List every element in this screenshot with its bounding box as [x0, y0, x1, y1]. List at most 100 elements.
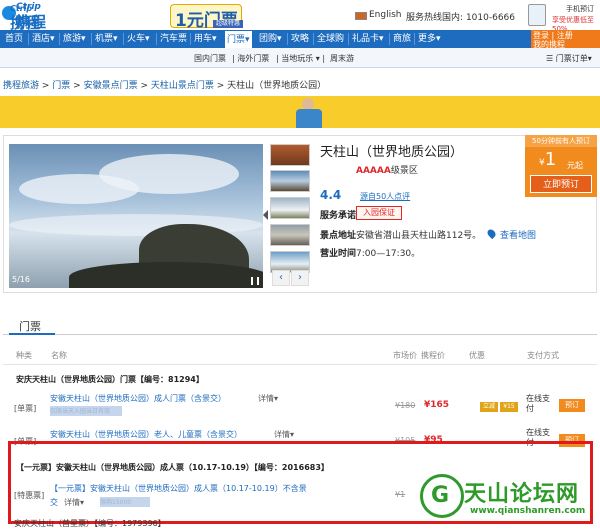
top-bar: Ctrip 携程 English 服务热线国内: 1010-6666 手机预订 …: [0, 0, 600, 33]
thumb-prev-icon[interactable]: ‹: [272, 270, 290, 286]
subnav-overseas[interactable]: | 海外门票: [232, 53, 269, 64]
ticket-detail-link[interactable]: 详情▾: [258, 393, 278, 404]
nav-divider: [28, 33, 29, 45]
service-phone: 1010-6666: [465, 13, 515, 23]
address-value: 安徽省潜山县天柱山路112号。: [356, 231, 482, 241]
thumbnail[interactable]: [270, 224, 310, 246]
thumbnail[interactable]: [270, 144, 310, 166]
list-icon: ☰: [546, 54, 556, 63]
watermark-url: www.qianshanren.com: [470, 506, 586, 516]
service-label: 服务热线: [406, 13, 443, 23]
nav-divider: [313, 33, 314, 45]
uk-flag-icon: [355, 12, 367, 20]
service-hotline: 服务热线国内: 1010-6666: [406, 10, 515, 23]
nav-divider: [156, 33, 157, 45]
service-promise-label: 服务承诺: [320, 211, 357, 221]
thumbnail[interactable]: [270, 170, 310, 192]
nav-item-business[interactable]: 商旅: [391, 30, 413, 48]
ticket-name-link[interactable]: 安徽天柱山（世界地质公园）老人、儿童票（含景交）: [50, 429, 242, 440]
crumb-tianzhushan[interactable]: 天柱山景点门票: [151, 81, 214, 91]
thumb-next-icon[interactable]: ›: [291, 270, 309, 286]
col-kind: 种类: [16, 351, 32, 360]
discount-chip: ¥15: [500, 402, 518, 412]
pause-icon[interactable]: [251, 277, 259, 285]
attraction-title: 天柱山（世界地质公园）: [320, 145, 464, 160]
view-map-link[interactable]: 查看地图: [500, 228, 536, 241]
nav-item-bus[interactable]: 汽车票: [158, 30, 189, 48]
login-register-button[interactable]: 登录 | 注册 我的携程: [531, 30, 600, 50]
breadcrumb: 携程旅游 > 门票 > 安徽景点门票 > 天柱山景点门票 > 天柱山（世界地质公…: [3, 81, 327, 91]
main-nav: 首页 酒店▾ 旅游▾ 机票▾ 火车▾ 汽车票 用车▾ 门票▾ 团购▾ 攻略 全球…: [0, 30, 600, 49]
hours-value: 7:00—17:30。: [356, 249, 421, 259]
book-ticket-button[interactable]: 预订: [559, 399, 585, 412]
nav-item-giftcard[interactable]: 礼品卡▾: [350, 30, 386, 48]
ticket-kind: [单票]: [14, 404, 37, 413]
ticket-detail-link[interactable]: 详情▾: [274, 429, 294, 440]
nav-item-tickets[interactable]: 门票▾: [224, 30, 253, 49]
nav-item-travel[interactable]: 旅游▾: [61, 30, 88, 48]
start-price: ¥1: [539, 149, 557, 170]
active-tab-underline: [9, 333, 55, 335]
recent-booking-note: 50分钟前有人预订: [525, 135, 597, 147]
col-discount: 优惠: [469, 351, 485, 360]
promo-title: 手机预订: [566, 5, 594, 13]
nav-divider: [123, 33, 124, 45]
subnav-local[interactable]: | 当地玩乐 ▾ |: [276, 53, 325, 64]
nav-divider: [91, 33, 92, 45]
nav-divider: [389, 33, 390, 45]
nav-divider: [414, 33, 415, 45]
ticket-group-title: 安庆天柱山（首星票）【编号：1979396】: [14, 519, 166, 528]
phone-icon: [528, 4, 546, 26]
main-photo[interactable]: 5/16: [9, 144, 263, 288]
nav-item-more[interactable]: 更多▾: [416, 30, 443, 48]
col-price: 携程价: [421, 351, 445, 360]
nav-item-car[interactable]: 用车▾: [192, 30, 219, 48]
nav-divider: [59, 33, 60, 45]
tickets-section-tab[interactable]: 门票: [3, 313, 597, 335]
crumb-tickets[interactable]: 门票: [52, 81, 70, 91]
ticket-name-link[interactable]: 安徽天柱山（世界地质公园）成人门票（含景交）: [50, 393, 226, 404]
ticket-table-header: 种类 名称 市场价 携程价 优惠 支付方式: [3, 345, 597, 365]
nav-divider: [287, 33, 288, 45]
nav-item-groupbuy[interactable]: 团购▾: [257, 30, 284, 48]
col-name: 名称: [51, 351, 67, 360]
subnav-weekend[interactable]: 周末游: [330, 53, 354, 64]
entry-guarantee-badge[interactable]: 入园保证: [356, 206, 402, 220]
col-payment: 支付方式: [527, 351, 559, 360]
nav-divider: [348, 33, 349, 45]
nav-item-guide[interactable]: 攻略: [289, 30, 311, 48]
banner-person-image: [286, 96, 332, 128]
rating-score: 4.4: [320, 188, 342, 202]
col-market: 市场价: [393, 351, 417, 360]
scenic-level: AAAAA级景区: [356, 166, 418, 176]
photo-counter: 5/16: [12, 275, 30, 284]
crumb-current: 天柱山（世界地质公园）: [227, 81, 327, 91]
ticket-group-title: 安庆天柱山（世界地质公园）门票【编号：81294】: [16, 375, 204, 384]
address-label: 景点地址: [320, 231, 357, 241]
login-label: 登录 | 注册: [533, 31, 573, 40]
subnav-domestic[interactable]: 国内门票: [194, 53, 226, 64]
book-now-button[interactable]: 立即预订: [530, 175, 592, 193]
price-suffix: 元起: [567, 161, 583, 170]
forum-logo-icon: G: [420, 474, 464, 518]
nav-item-flight[interactable]: 机票▾: [93, 30, 120, 48]
language-link[interactable]: English: [369, 10, 402, 20]
forum-watermark: G 天山论坛网 www.qianshanren.com: [418, 470, 598, 526]
crumb-ctrip-travel[interactable]: 携程旅游: [3, 81, 39, 91]
review-link[interactable]: 源自50人点评: [360, 191, 410, 202]
sub-nav: 国内门票 | 海外门票 | 当地玩乐 ▾ | 周末游 ☰ 门票订单▾: [0, 48, 600, 68]
crumb-anhui[interactable]: 安徽景点门票: [84, 81, 138, 91]
thumbnail[interactable]: [270, 197, 310, 219]
ticket-order-link[interactable]: ☰ 门票订单▾: [546, 53, 592, 64]
banner-logo-main: 携程: [10, 14, 41, 32]
one-yuan-ticket-badge: 1元门票 超级特惠: [170, 4, 243, 31]
watermark-brand: 天山论坛网: [464, 482, 580, 507]
discount-chip: 立减: [480, 402, 498, 412]
nav-item-train[interactable]: 火车▾: [125, 30, 152, 48]
nav-divider: [190, 33, 191, 45]
nav-item-global[interactable]: 全球购: [315, 30, 346, 48]
section-title: 门票: [19, 320, 41, 333]
banner-tag: 超级特惠: [213, 20, 243, 28]
mobile-promo[interactable]: 手机预订 享受优惠低至50%: [526, 2, 598, 33]
ticket-note: 仅限当天入园当日有效: [50, 406, 122, 416]
